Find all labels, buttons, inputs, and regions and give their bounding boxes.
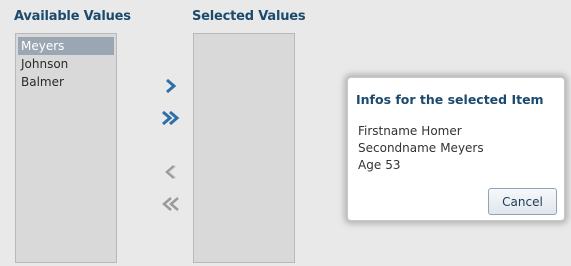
remove-all-button[interactable] [159, 193, 183, 215]
selected-values-list[interactable] [193, 33, 295, 263]
list-item[interactable]: Balmer [18, 73, 114, 91]
dialog-title: Infos for the selected Item [356, 92, 544, 107]
age-row: Age 53 [358, 158, 401, 172]
firstname-value: Homer [421, 124, 462, 138]
remove-icon [165, 165, 177, 179]
move-all-button[interactable] [159, 107, 183, 129]
age-value: 53 [385, 158, 401, 172]
secondname-label: Secondname [358, 141, 437, 155]
item-info-dialog: Infos for the selected Item Firstname Hom… [347, 77, 565, 221]
cancel-button[interactable]: Cancel [488, 188, 557, 215]
available-values-list[interactable]: Meyers Johnson Balmer [15, 33, 117, 263]
secondname-value: Meyers [440, 141, 484, 155]
selected-values-title: Selected Values [192, 9, 306, 24]
available-values-title: Available Values [14, 9, 131, 24]
remove-button[interactable] [159, 161, 183, 183]
move-all-icon [162, 111, 180, 125]
remove-all-icon [162, 197, 179, 211]
firstname-label: Firstname [358, 124, 418, 138]
secondname-row: Secondname Meyers [358, 141, 484, 155]
move-icon [166, 79, 177, 93]
firstname-row: Firstname Homer [358, 124, 462, 138]
move-button[interactable] [159, 75, 183, 97]
list-item[interactable]: Johnson [18, 55, 114, 73]
age-label: Age [358, 158, 382, 172]
list-item[interactable]: Meyers [18, 37, 114, 55]
